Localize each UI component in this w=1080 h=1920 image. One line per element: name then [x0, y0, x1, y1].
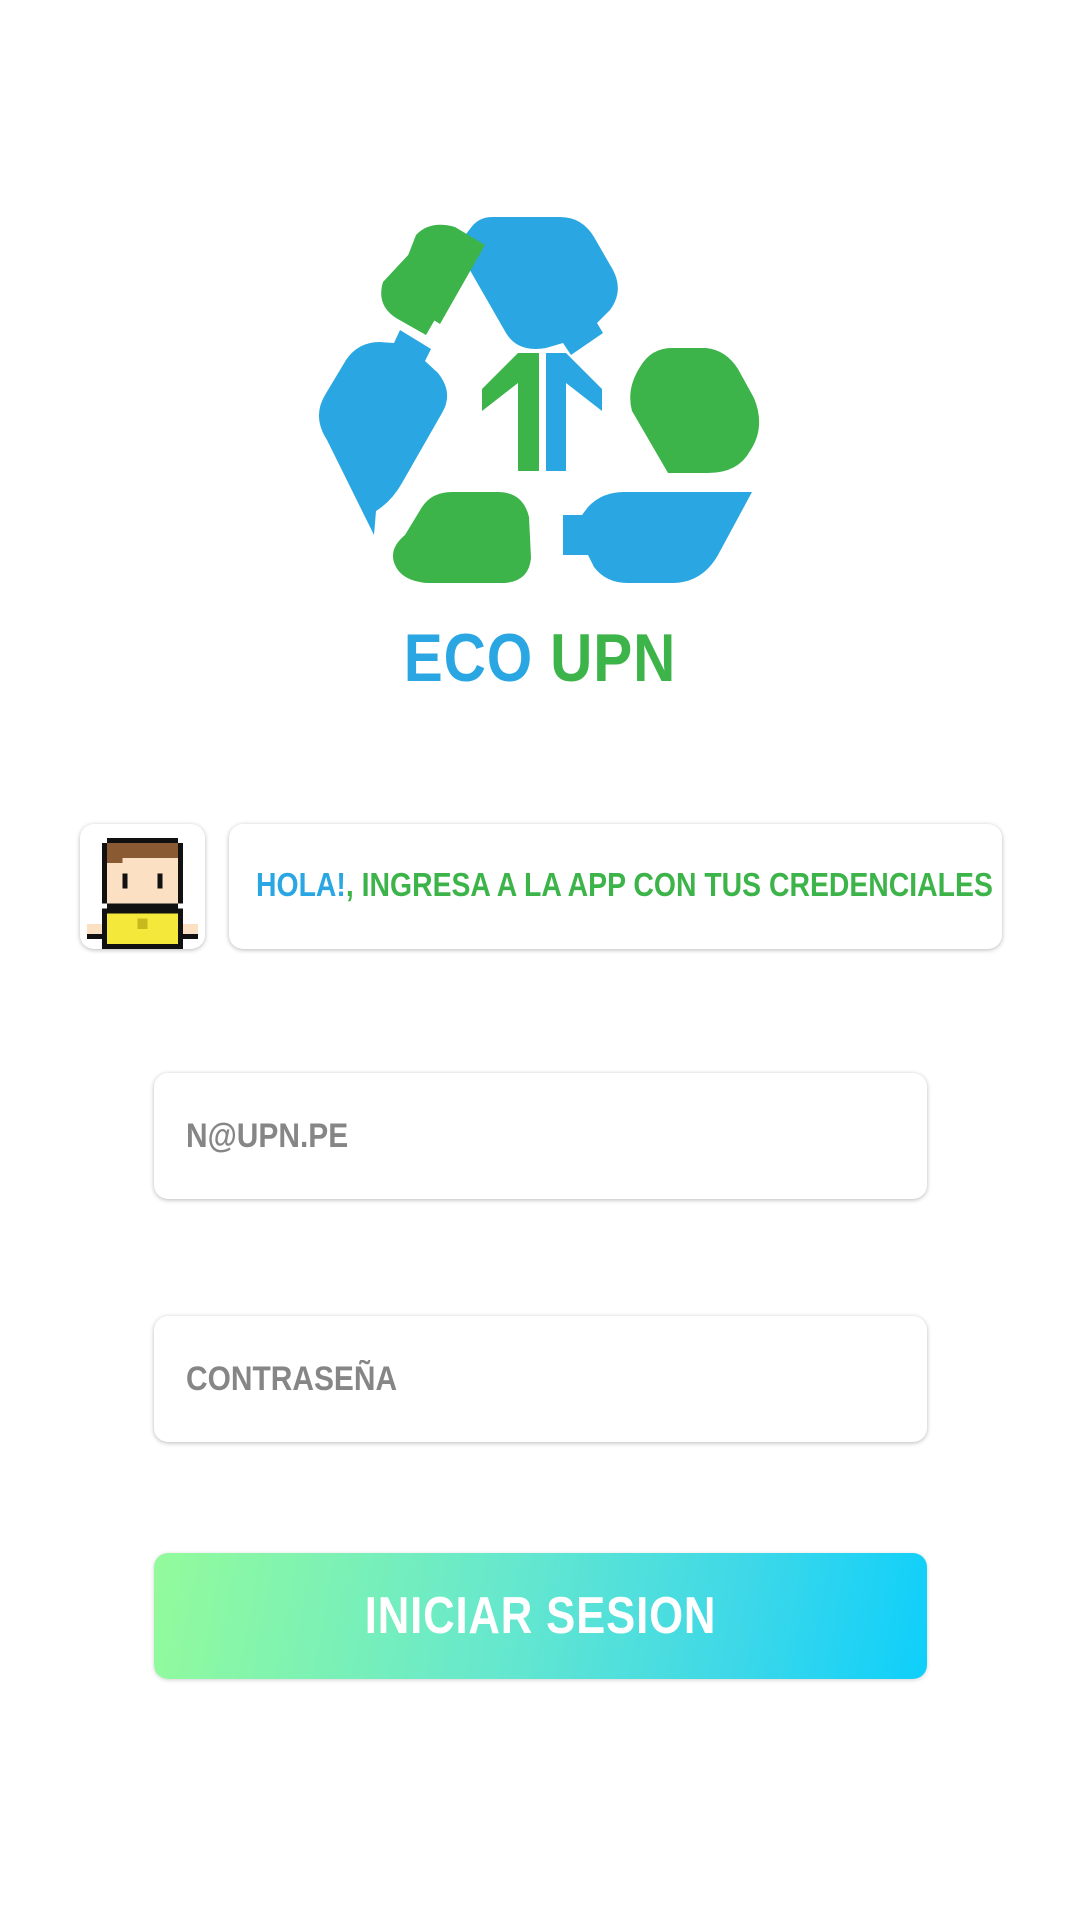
brand-word-eco: ECO — [403, 620, 534, 696]
avatar — [80, 824, 205, 949]
recycle-logo-icon — [318, 217, 760, 583]
brand-word-upn: UPN — [550, 620, 677, 696]
pixel-boy-icon — [87, 838, 198, 949]
login-screen: ECO UPN HOLA!, INGRESA A LA APP CON TUS … — [0, 0, 1080, 1920]
password-field-container — [154, 1316, 927, 1442]
logo-bottle-bottom-right — [563, 492, 752, 583]
login-button-label: INICIAR SESION — [364, 1587, 717, 1645]
login-button[interactable]: INICIAR SESION — [154, 1553, 927, 1679]
logo-arrows — [482, 353, 602, 471]
email-input[interactable] — [186, 1073, 802, 1199]
greeting-highlight: HOLA! — [256, 866, 346, 903]
password-input[interactable] — [186, 1316, 802, 1442]
logo-bottle-top — [381, 217, 618, 355]
greeting-bubble: HOLA!, INGRESA A LA APP CON TUS CREDENCI… — [229, 824, 1002, 949]
email-field-container — [154, 1073, 927, 1199]
app-brand-title: ECO UPN — [76, 618, 1005, 698]
logo-bottle-bottom-left — [392, 492, 531, 583]
greeting-text: HOLA!, INGRESA A LA APP CON TUS CREDENCI… — [256, 862, 993, 908]
logo-bottle-right — [630, 348, 760, 473]
greeting-message: , INGRESA A LA APP CON TUS CREDENCIALES — [345, 866, 993, 903]
